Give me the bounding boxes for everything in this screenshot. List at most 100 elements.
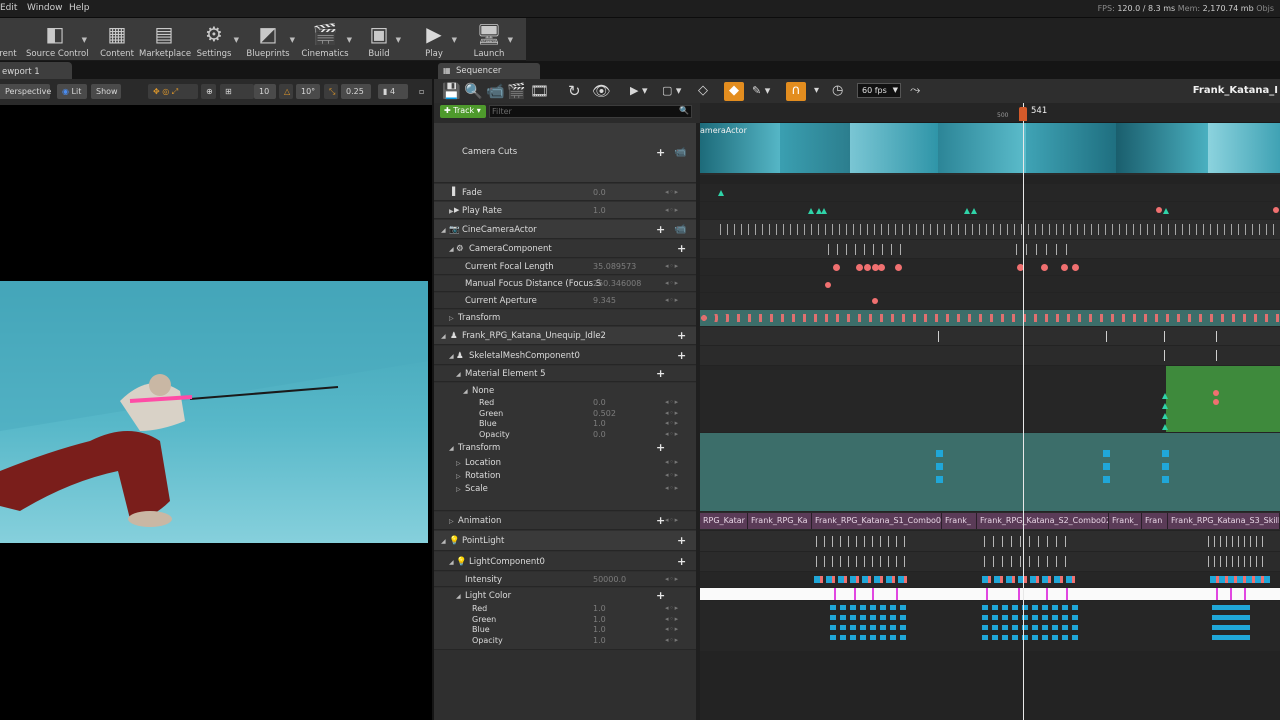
key-icon[interactable]: ◇ <box>698 82 708 100</box>
eye-icon[interactable]: 👁 <box>592 82 611 100</box>
marketplace-button[interactable]: ▤ Marketplace <box>139 20 191 60</box>
material-opacity-value[interactable]: 0.0 <box>593 430 606 439</box>
track-row-animation[interactable]: ▷ Animation + ◂◦▸ <box>434 512 696 530</box>
save-icon[interactable]: 💾 <box>442 82 461 100</box>
key-nav-icon[interactable]: ◂◦▸ <box>665 419 679 427</box>
animation-lane[interactable]: RPG_Katar Frank_RPG_Ka Frank_RPG_Katana_… <box>700 512 1280 530</box>
play-rate-lane[interactable] <box>700 202 1280 219</box>
track-row-fade[interactable]: ▐ Fade 0.0 ◂◦▸ <box>434 184 696 201</box>
key-nav-icon[interactable]: ◂◦▸ <box>665 398 679 406</box>
track-row-aperture[interactable]: Current Aperture 9.345 ◂◦▸ <box>434 293 696 309</box>
key-nav-icon[interactable]: ◂◦▸ <box>665 484 679 492</box>
light-opacity-value[interactable]: 1.0 <box>593 636 606 645</box>
chevron-down-icon[interactable]: ▼ <box>396 36 401 44</box>
keyframe[interactable] <box>1273 207 1279 213</box>
keyframe[interactable] <box>1066 588 1068 600</box>
material-red-value[interactable]: 0.0 <box>593 398 606 407</box>
point-light-lane[interactable] <box>700 531 1280 551</box>
material-green-value[interactable]: 0.502 <box>593 409 616 418</box>
animation-clip[interactable]: RPG_Katar <box>700 513 748 529</box>
keyframe[interactable] <box>1230 588 1232 600</box>
keyframe[interactable] <box>864 264 871 271</box>
keyframe-dots[interactable] <box>700 314 1280 322</box>
key-nav-icon[interactable]: ◂◦▸ <box>665 471 679 479</box>
collapse-icon[interactable]: ◢ <box>441 227 446 234</box>
track-row-cine-camera[interactable]: ◢ 📷 CineCameraActor + 📹 <box>434 220 696 239</box>
viewport-panel[interactable]: Perspective ◉ Lit Show ✥ ◎ ⤢ ⊕ ⊞ 10 △ 10… <box>0 79 432 720</box>
camera-cuts-lane[interactable]: ameraActor <box>700 123 1280 175</box>
keyframe[interactable] <box>936 463 943 470</box>
camera-icon[interactable]: 📹 <box>486 82 505 100</box>
add-icon[interactable]: + <box>656 515 665 526</box>
camera-component-lane[interactable] <box>700 240 1280 258</box>
keyframe[interactable] <box>1046 588 1048 600</box>
light-color-group[interactable]: ◢ Light Color + Red 1.0 ◂◦▸ Green 1.0 ◂◦… <box>434 588 696 650</box>
transform-tools[interactable]: ✥ ◎ ⤢ <box>148 84 198 99</box>
cinematics-button[interactable]: 🎬 Cinematics ▼ <box>301 20 352 60</box>
perspective-button[interactable]: Perspective <box>0 84 51 99</box>
build-button[interactable]: ▣ Build ▼ <box>366 20 401 60</box>
keyframe[interactable] <box>1072 264 1079 271</box>
sequencer-tab[interactable]: ▦ Sequencer <box>438 63 540 79</box>
key-nav-icon[interactable]: ◂◦▸ <box>665 604 679 612</box>
collapse-icon[interactable]: ◢ <box>449 445 454 452</box>
intensity-value[interactable]: 50000.0 <box>593 575 626 584</box>
keyframe[interactable] <box>1156 207 1162 213</box>
focal-length-value[interactable]: 35.089573 <box>593 262 636 271</box>
add-icon[interactable]: + <box>656 442 665 453</box>
keyframe[interactable] <box>1106 331 1107 342</box>
add-track-button[interactable]: ✚ Track ▾ <box>440 105 486 118</box>
curve-editor-icon[interactable]: ⤳ <box>910 82 920 100</box>
keyframe[interactable] <box>971 208 977 214</box>
chevron-down-icon[interactable]: ▾ <box>814 82 819 100</box>
keyframe[interactable] <box>936 450 943 457</box>
keyframe-ticks[interactable] <box>720 224 1275 235</box>
keyframe[interactable] <box>1103 463 1110 470</box>
keyframe[interactable] <box>964 208 970 214</box>
search-icon[interactable]: 🔍 <box>464 82 483 100</box>
timeline-area[interactable]: 500 ameraActor RPG_Katar Frank_RPG_Ka Fr… <box>700 103 1280 720</box>
focal-length-lane[interactable] <box>700 259 1280 275</box>
source-control-button[interactable]: ◧ Source Control ▼ <box>26 20 89 60</box>
add-icon[interactable]: + <box>677 535 686 546</box>
save-current-button[interactable]: rrent <box>0 20 20 60</box>
animation-clip[interactable]: Frank_ <box>942 513 977 529</box>
key-nav-icon[interactable]: ◂◦▸ <box>665 458 679 466</box>
collapse-icon[interactable]: ◢ <box>463 388 468 395</box>
keyframe[interactable] <box>1061 264 1068 271</box>
track-row-point-light[interactable]: ◢ 💡 PointLight + <box>434 531 696 551</box>
key-nav-icon[interactable]: ◂◦▸ <box>665 296 679 304</box>
camera-thumb[interactable] <box>938 123 1026 173</box>
collapse-icon[interactable]: ◢ <box>456 593 461 600</box>
camera-transform-lane[interactable] <box>700 310 1280 326</box>
keyframe-ticks[interactable] <box>984 556 1074 567</box>
light-color-channels-lane[interactable] <box>700 601 1280 651</box>
keyframe[interactable] <box>1041 264 1048 271</box>
grid-snap-value[interactable]: 10 <box>254 84 276 99</box>
chevron-down-icon[interactable]: ▼ <box>82 36 87 44</box>
skeletal-mesh-lane[interactable] <box>700 346 1280 365</box>
keyframe[interactable] <box>895 264 902 271</box>
key-nav-icon[interactable]: ◂◦▸ <box>665 262 679 270</box>
playhead-handle[interactable] <box>1019 107 1027 121</box>
fade-lane[interactable] <box>700 184 1280 201</box>
animation-clip[interactable]: Frank_RPG_Ka <box>748 513 812 529</box>
focus-distance-value[interactable]: 250.346008 <box>593 279 641 288</box>
add-icon[interactable]: + <box>656 147 665 158</box>
edit-mode-icon[interactable]: ✎ ▾ <box>752 82 770 100</box>
track-row-play-rate[interactable]: ▶ ▶ Play Rate 1.0 ◂◦▸ <box>434 202 696 219</box>
keyframe[interactable] <box>1018 588 1020 600</box>
keyframe[interactable] <box>808 208 814 214</box>
keyframe-grid[interactable] <box>982 605 1078 645</box>
intensity-lane[interactable] <box>700 572 1280 587</box>
light-blue-value[interactable]: 1.0 <box>593 625 606 634</box>
expand-icon[interactable]: ▶ <box>449 208 454 215</box>
playhead-line[interactable] <box>1023 103 1024 720</box>
lit-button[interactable]: ◉ Lit <box>57 84 87 99</box>
keyframe[interactable] <box>1163 208 1169 214</box>
play-options-icon[interactable]: ▶ ▾ <box>630 82 647 100</box>
keyframe[interactable] <box>1162 450 1169 457</box>
collapse-icon[interactable]: ◢ <box>449 246 454 253</box>
track-row-camera-cuts[interactable]: Camera Cuts + 📹 <box>434 123 696 183</box>
keyframe[interactable] <box>878 264 885 271</box>
